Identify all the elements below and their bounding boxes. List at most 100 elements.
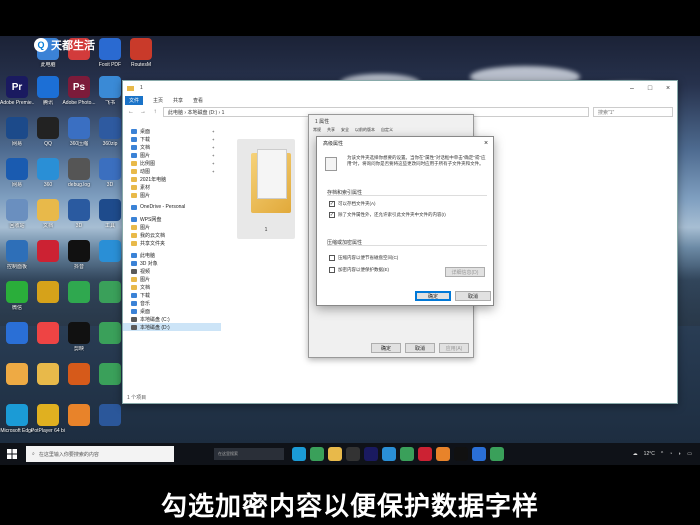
tab-security[interactable]: 安全 (341, 127, 349, 135)
nav-item[interactable]: 下载 ✦ (123, 135, 221, 143)
app-icon[interactable] (436, 447, 450, 461)
app-icon[interactable] (346, 447, 360, 461)
desktop-shortcut[interactable] (33, 322, 63, 346)
desktop-shortcut[interactable]: 剪映 (64, 322, 94, 352)
desktop-shortcut[interactable]: 工具 (95, 199, 125, 229)
desktop-shortcut[interactable]: 抖音 (64, 240, 94, 270)
desktop-shortcut[interactable]: RoutesM (126, 38, 156, 68)
nav-item[interactable]: 图片 (123, 223, 221, 231)
nav-item[interactable]: 本地磁盘 (C:) (123, 315, 221, 323)
nav-item[interactable]: 3D 对象 (123, 259, 221, 267)
up-icon[interactable]: ↑ (151, 109, 159, 115)
nav-item[interactable]: 素材 (123, 183, 221, 191)
desktop-shortcut[interactable]: 控制面板 (2, 240, 32, 270)
nav-item[interactable]: 桌面 (123, 307, 221, 315)
desktop-shortcut[interactable] (2, 363, 32, 387)
desktop-shortcut[interactable]: PotPlayer 64 bit (31, 404, 65, 434)
desktop-shortcut[interactable] (95, 322, 125, 346)
back-icon[interactable]: ← (127, 109, 135, 115)
dialog-ok-button[interactable]: 确定 (415, 291, 451, 301)
search-input[interactable]: 搜索"1" (593, 107, 673, 117)
tab-previous[interactable]: 以前的版本 (355, 127, 375, 135)
tab-general[interactable]: 常规 (313, 127, 321, 135)
desktop-shortcut[interactable]: 3D (64, 199, 94, 229)
nav-item[interactable]: 图片 ✦ (123, 151, 221, 159)
cancel-button[interactable]: 取消 (405, 343, 435, 353)
nav-item[interactable]: 文档 (123, 283, 221, 291)
desktop-shortcut[interactable] (64, 363, 94, 387)
desktop-shortcut[interactable] (95, 281, 125, 305)
desktop-shortcut[interactable] (95, 404, 125, 428)
nav-item[interactable]: WPS网盘 (123, 215, 221, 223)
notification-icon[interactable]: ▭ (687, 451, 692, 457)
file-explorer-icon[interactable] (328, 447, 342, 461)
checkbox-archive[interactable]: ✓ (329, 201, 335, 207)
apply-button[interactable]: 应用(A) (439, 343, 469, 353)
desktop-shortcut[interactable]: 腾讯 (33, 76, 63, 106)
dialog-cancel-button[interactable]: 取消 (455, 291, 491, 301)
nav-item[interactable]: 动图 ✦ (123, 167, 221, 175)
taskbar-search-input[interactable]: ⌕ 在这里输入你要搜索的内容 (26, 446, 174, 462)
desktop-shortcut[interactable] (64, 404, 94, 428)
explorer-title-bar[interactable]: 1 – □ × (123, 81, 677, 95)
maximize-icon[interactable]: □ (641, 85, 659, 92)
app-icon[interactable] (454, 447, 468, 461)
desktop-shortcut[interactable]: Microsoft Edge (0, 404, 34, 434)
desktop-shortcut[interactable]: QQ (33, 117, 63, 147)
close-icon[interactable]: × (479, 140, 493, 147)
desktop-shortcut[interactable]: 飞书 (95, 76, 125, 106)
nav-item[interactable]: 文档 ✦ (123, 143, 221, 151)
desktop-shortcut[interactable] (33, 240, 63, 264)
network-icon[interactable]: ◔ (669, 451, 672, 457)
nav-item[interactable]: 我的云文档 (123, 231, 221, 239)
menu-share[interactable]: 共享 (173, 97, 183, 104)
folder-item[interactable]: 1 (237, 139, 295, 239)
desktop-shortcut[interactable] (33, 363, 63, 387)
checkbox-compress[interactable] (329, 255, 335, 261)
nav-item[interactable]: 图片 (123, 275, 221, 283)
desktop-shortcut[interactable] (33, 281, 63, 305)
desktop-shortcut[interactable] (95, 240, 125, 264)
desktop-shortcut[interactable]: 网易 (2, 117, 32, 147)
app-icon[interactable] (490, 447, 504, 461)
desktop-shortcut[interactable]: Foxit PDF (95, 38, 125, 68)
ok-button[interactable]: 确定 (371, 343, 401, 353)
chevron-up-icon[interactable]: ^ (661, 451, 663, 457)
tab-share[interactable]: 共享 (327, 127, 335, 135)
weather-icon[interactable]: ☁ (633, 451, 638, 457)
search-widget[interactable]: 在这里搜索 (214, 448, 284, 460)
desktop-shortcut[interactable]: 360 (33, 158, 63, 188)
start-button[interactable] (4, 446, 20, 462)
nav-item[interactable]: 音乐 (123, 299, 221, 307)
desktop-shortcut[interactable] (95, 363, 125, 387)
nav-item[interactable]: 此电脑 (123, 251, 221, 259)
nav-item[interactable]: 桌面 ✦ (123, 127, 221, 135)
desktop-shortcut[interactable]: 360zip (95, 117, 125, 147)
dialog-title-bar[interactable]: 高级属性 × (317, 137, 493, 149)
menu-file[interactable]: 文件 (125, 95, 144, 105)
desktop-shortcut[interactable]: 文档 (33, 199, 63, 229)
index-checkbox[interactable]: ✓ 除了文件属性外，还允许索引此文件夹中文件的内容(I) (329, 212, 446, 218)
premiere-icon[interactable] (364, 447, 378, 461)
menu-home[interactable]: 主页 (153, 97, 163, 104)
app-icon[interactable] (382, 447, 396, 461)
desktop-shortcut[interactable]: 微信 (2, 281, 32, 311)
desktop-shortcut[interactable]: 网易 (2, 158, 32, 188)
nav-item[interactable]: 本地磁盘 (D:) (123, 323, 221, 331)
app-icon[interactable] (400, 447, 414, 461)
compress-checkbox[interactable]: 压缩内容以便节省磁盘空间(C) (329, 255, 398, 261)
desktop-shortcut[interactable] (64, 281, 94, 305)
nav-item[interactable]: OneDrive - Personal (123, 203, 221, 211)
app-icon[interactable] (472, 447, 486, 461)
nav-item[interactable]: 2021年电脑 (123, 175, 221, 183)
desktop-shortcut[interactable]: 360压缩 (64, 117, 94, 147)
nav-item[interactable]: 图片 (123, 191, 221, 199)
wps-icon[interactable] (418, 447, 432, 461)
desktop-shortcut[interactable]: debug.log (64, 158, 94, 188)
desktop-shortcut[interactable] (2, 322, 32, 346)
chrome-icon[interactable] (310, 447, 324, 461)
nav-item[interactable]: 视频 (123, 267, 221, 275)
desktop-shortcut[interactable]: Ps Adobe Photo... (62, 76, 96, 106)
nav-item[interactable]: 比例图 ✦ (123, 159, 221, 167)
desktop-shortcut[interactable]: 3D (95, 158, 125, 188)
